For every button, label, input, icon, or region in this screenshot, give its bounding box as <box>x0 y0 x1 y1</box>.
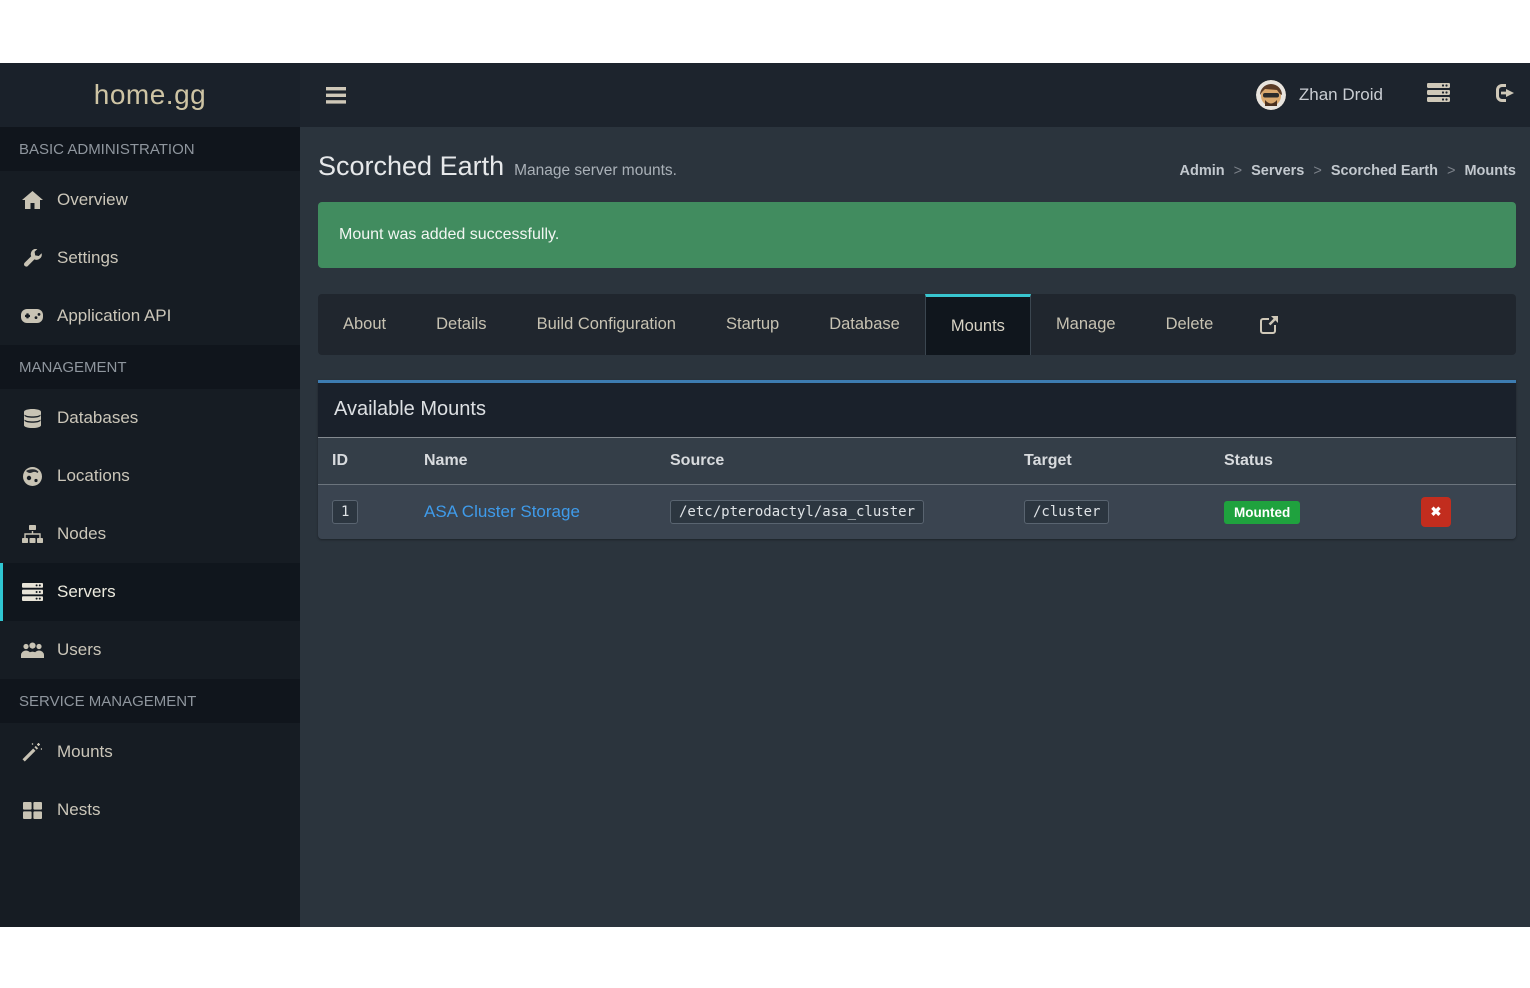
home-icon <box>19 191 45 209</box>
column-header-source: Source <box>662 438 1016 485</box>
user-name[interactable]: Zhan Droid <box>1299 85 1383 105</box>
navbar-main: Zhan Droid <box>300 63 1530 127</box>
sidebar-section-service-management: SERVICE MANAGEMENT <box>0 679 300 723</box>
sidebar-item-databases[interactable]: Databases <box>0 389 300 447</box>
breadcrumb-admin[interactable]: Admin <box>1180 163 1225 179</box>
tab-delete[interactable]: Delete <box>1141 294 1239 355</box>
sidebar-item-nodes[interactable]: Nodes <box>0 505 300 563</box>
menu-icon[interactable] <box>326 87 346 104</box>
page-subtitle: Manage server mounts. <box>514 162 677 180</box>
breadcrumb-server-name[interactable]: Scorched Earth <box>1331 163 1438 179</box>
mount-id: 1 <box>332 500 358 524</box>
sidebar-item-label: Settings <box>57 248 118 268</box>
breadcrumb-separator: > <box>1304 163 1330 179</box>
sidebar-item-overview[interactable]: Overview <box>0 171 300 229</box>
sidebar-item-label: Locations <box>57 466 130 486</box>
column-header-action <box>1399 438 1516 485</box>
sidebar: BASIC ADMINISTRATION Overview Settings A… <box>0 127 300 927</box>
sidebar-item-servers[interactable]: Servers <box>0 563 300 621</box>
main-layout: BASIC ADMINISTRATION Overview Settings A… <box>0 127 1530 927</box>
sidebar-item-label: Nodes <box>57 524 106 544</box>
logo-area[interactable]: home.gg <box>0 63 300 127</box>
column-header-id: ID <box>318 438 416 485</box>
tab-about[interactable]: About <box>318 294 411 355</box>
sidebar-item-label: Overview <box>57 190 128 210</box>
magic-wand-icon <box>19 743 45 762</box>
content-header: Scorched Earth Manage server mounts. Adm… <box>300 127 1530 200</box>
mounts-table: ID Name Source Target Status 1 ASA Clust… <box>318 437 1516 539</box>
sidebar-item-users[interactable]: Users <box>0 621 300 679</box>
grid-icon <box>19 802 45 819</box>
sidebar-item-label: Mounts <box>57 742 113 762</box>
content-area: Scorched Earth Manage server mounts. Adm… <box>300 127 1530 927</box>
tab-startup[interactable]: Startup <box>701 294 804 355</box>
gamepad-icon <box>19 309 45 323</box>
sidebar-section-basic-administration: BASIC ADMINISTRATION <box>0 127 300 171</box>
tab-database[interactable]: Database <box>804 294 925 355</box>
navbar-right: Zhan Droid <box>1256 80 1514 110</box>
delete-mount-button[interactable]: ✖ <box>1421 497 1451 527</box>
tab-details[interactable]: Details <box>411 294 511 355</box>
server-icon <box>19 583 45 601</box>
database-icon <box>19 409 45 428</box>
success-alert: Mount was added successfully. <box>318 202 1516 268</box>
sidebar-item-settings[interactable]: Settings <box>0 229 300 287</box>
sidebar-item-label: Application API <box>57 306 171 326</box>
tab-manage[interactable]: Manage <box>1031 294 1141 355</box>
mount-name-link[interactable]: ASA Cluster Storage <box>424 502 580 521</box>
users-icon <box>19 642 45 658</box>
page-title: Scorched Earth <box>318 151 504 182</box>
sidebar-item-label: Users <box>57 640 101 660</box>
tab-mounts[interactable]: Mounts <box>925 294 1031 355</box>
top-navbar: home.gg Zhan Droid <box>0 63 1530 127</box>
available-mounts-panel: Available Mounts ID Name Source Target S… <box>318 380 1516 539</box>
breadcrumb-servers[interactable]: Servers <box>1251 163 1304 179</box>
sidebar-item-mounts[interactable]: Mounts <box>0 723 300 781</box>
sidebar-item-nests[interactable]: Nests <box>0 781 300 839</box>
sidebar-item-application-api[interactable]: Application API <box>0 287 300 345</box>
panel-title: Available Mounts <box>318 383 1516 437</box>
sidebar-item-label: Nests <box>57 800 100 820</box>
tab-build-configuration[interactable]: Build Configuration <box>512 294 701 355</box>
external-link-icon[interactable] <box>1238 294 1301 355</box>
column-header-name: Name <box>416 438 662 485</box>
sidebar-section-management: MANAGEMENT <box>0 345 300 389</box>
user-avatar[interactable] <box>1256 80 1286 110</box>
breadcrumb-mounts: Mounts <box>1464 163 1516 179</box>
wrench-icon <box>19 249 45 268</box>
mount-source: /etc/pterodactyl/asa_cluster <box>670 500 924 524</box>
sign-out-icon[interactable] <box>1494 84 1514 107</box>
status-badge: Mounted <box>1224 501 1300 524</box>
globe-icon <box>19 467 45 486</box>
sitemap-icon <box>19 525 45 543</box>
table-row: 1 ASA Cluster Storage /etc/pterodactyl/a… <box>318 485 1516 540</box>
mount-target: /cluster <box>1024 500 1109 524</box>
server-tabs: About Details Build Configuration Startu… <box>318 294 1516 355</box>
breadcrumb-separator: > <box>1225 163 1251 179</box>
sidebar-item-label: Servers <box>57 582 116 602</box>
sidebar-item-label: Databases <box>57 408 138 428</box>
column-header-target: Target <box>1016 438 1216 485</box>
column-header-status: Status <box>1216 438 1399 485</box>
breadcrumb: Admin > Servers > Scorched Earth > Mount… <box>1180 163 1516 179</box>
app-logo[interactable]: home.gg <box>94 79 206 111</box>
admin-panel-app: home.gg Zhan Droid <box>0 63 1530 927</box>
server-icon[interactable] <box>1427 83 1450 107</box>
breadcrumb-separator: > <box>1438 163 1464 179</box>
sidebar-item-locations[interactable]: Locations <box>0 447 300 505</box>
table-header-row: ID Name Source Target Status <box>318 438 1516 485</box>
